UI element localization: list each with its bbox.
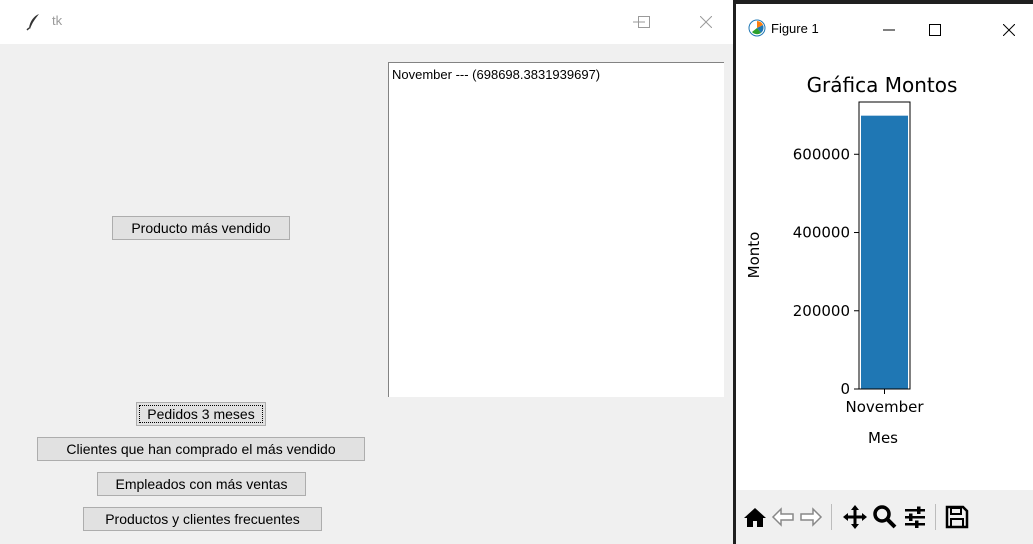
- x-axis-label: Mes: [868, 429, 898, 447]
- configure-subplots-icon: [905, 506, 925, 528]
- close-icon: [700, 16, 712, 28]
- y-tick-label: 600000: [793, 145, 850, 163]
- y-axis-label: Monto: [745, 232, 763, 279]
- figure-title: Figure 1: [771, 21, 819, 36]
- figure-maximize-button[interactable]: [912, 13, 958, 47]
- back-button[interactable]: [768, 500, 798, 534]
- pan-button[interactable]: [840, 500, 870, 534]
- maximize-button[interactable]: [622, 0, 666, 44]
- maximize-icon: [638, 16, 650, 28]
- minimize-icon: [883, 29, 895, 31]
- maximize-icon: [929, 24, 941, 36]
- zoom-button[interactable]: [870, 500, 900, 534]
- zoom-icon: [873, 505, 897, 529]
- chart-title: Gráfica Montos: [807, 73, 958, 97]
- figure-close-button[interactable]: [986, 13, 1032, 47]
- clientes-mas-vendido-button[interactable]: Clientes que han comprado el más vendido: [37, 437, 365, 461]
- listbox-item[interactable]: November --- (698698.3831939697): [392, 67, 600, 82]
- home-icon: [744, 508, 766, 527]
- forward-icon: [800, 507, 823, 527]
- productos-clientes-frecuentes-button[interactable]: Productos y clientes frecuentes: [83, 507, 322, 531]
- x-tick-label: November: [845, 398, 924, 416]
- plot-area: November0 200000 400000 600000: [793, 101, 924, 416]
- save-icon: [945, 505, 969, 529]
- close-button[interactable]: [684, 0, 728, 44]
- matplotlib-icon: [748, 19, 766, 37]
- figure-minimize-button[interactable]: [866, 13, 912, 47]
- home-button[interactable]: [740, 500, 770, 534]
- close-icon: [1003, 24, 1015, 36]
- pan-icon: [843, 505, 867, 529]
- tk-window: tk Producto más vendido November --- (69…: [0, 0, 735, 544]
- feather-icon: [26, 14, 39, 31]
- toolbar-separator: [831, 504, 832, 530]
- empleados-mas-ventas-button[interactable]: Empleados con más ventas: [97, 472, 306, 496]
- back-icon: [771, 507, 794, 527]
- producto-mas-vendido-button[interactable]: Producto más vendido: [112, 216, 290, 240]
- y-tick-label: 0: [840, 380, 850, 398]
- window-title: tk: [52, 13, 63, 28]
- y-tick-label: 400000: [793, 224, 850, 242]
- toolbar-separator: [935, 504, 936, 530]
- figure-titlebar[interactable]: Figure 1: [736, 4, 1033, 44]
- forward-button[interactable]: [796, 500, 826, 534]
- results-listbox[interactable]: November --- (698698.3831939697): [388, 62, 724, 397]
- figure-window: Figure 1 Gráfica Montos November 0 200000 4…: [736, 4, 1033, 544]
- pedidos-3-meses-button[interactable]: Pedidos 3 meses: [136, 402, 266, 426]
- bar-chart[interactable]: Gráfica Montos November0 200000 400000 6000…: [736, 44, 1033, 490]
- configure-subplots-button[interactable]: [900, 500, 930, 534]
- navigation-toolbar: [736, 490, 1033, 544]
- save-button[interactable]: [942, 500, 972, 534]
- bar: [861, 115, 908, 389]
- tk-titlebar[interactable]: tk: [0, 0, 735, 44]
- y-tick-label: 200000: [793, 302, 850, 320]
